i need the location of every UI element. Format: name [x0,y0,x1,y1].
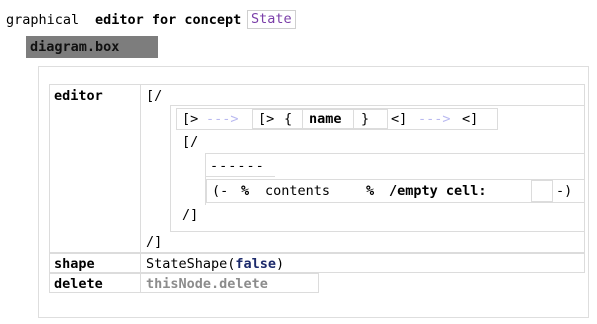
inner-vcollection-close[interactable]: /] [182,207,198,223]
separator-line: ------ [210,158,265,174]
separator-underline [205,176,275,177]
vbox-left-rule [170,105,171,231]
name-property[interactable]: name [309,111,342,127]
header-prefix: graphical [6,12,80,28]
shape-close-paren: ) [276,256,285,272]
empty-cell-label: /empty cell: [389,183,487,199]
collection-percent-left: % [241,183,250,199]
shape-value[interactable]: StateShape(false) [146,256,284,272]
inner-vbox-top-rule [205,153,585,154]
arrow-connector-right: ---> [418,111,451,127]
shape-row-frame [49,253,585,273]
property-brace-close: } [361,111,370,127]
hcollection-close-outer[interactable]: <] [462,111,478,127]
vertical-collection-close[interactable]: /] [146,234,162,250]
collection-percent-right: % [366,183,375,199]
editor-label: editor [54,88,103,104]
empty-cell-slot[interactable] [531,180,553,202]
editor-label-divider [140,84,141,253]
inner-vcollection-open[interactable]: [/ [182,134,198,150]
hcollection-open-outer[interactable]: [> [182,111,198,127]
arrow-connector-left: ---> [206,111,239,127]
property-brace-open: { [284,111,293,127]
root-cell-header[interactable]: diagram.box [26,36,158,58]
header-editor-keyword: editor for concept [95,12,242,28]
contents-link[interactable]: contents [265,183,330,199]
shape-function[interactable]: StateShape( [146,256,235,272]
collection-open[interactable]: (- [212,183,228,199]
collection-close[interactable]: -) [556,183,572,199]
shape-label: shape [54,256,95,272]
vertical-collection-open[interactable]: [/ [146,88,162,104]
hcollection-close-inner[interactable]: <] [391,111,407,127]
delete-value[interactable]: thisNode.delete [146,276,268,292]
root-cell-label: diagram.box [30,39,120,55]
vbox-top-rule [170,105,585,106]
shape-argument[interactable]: false [235,256,276,272]
concept-reference[interactable]: State [247,10,296,29]
vbox-bottom-rule [170,231,585,232]
hcollection-open-inner[interactable]: [> [258,111,274,127]
delete-label: delete [54,276,103,292]
